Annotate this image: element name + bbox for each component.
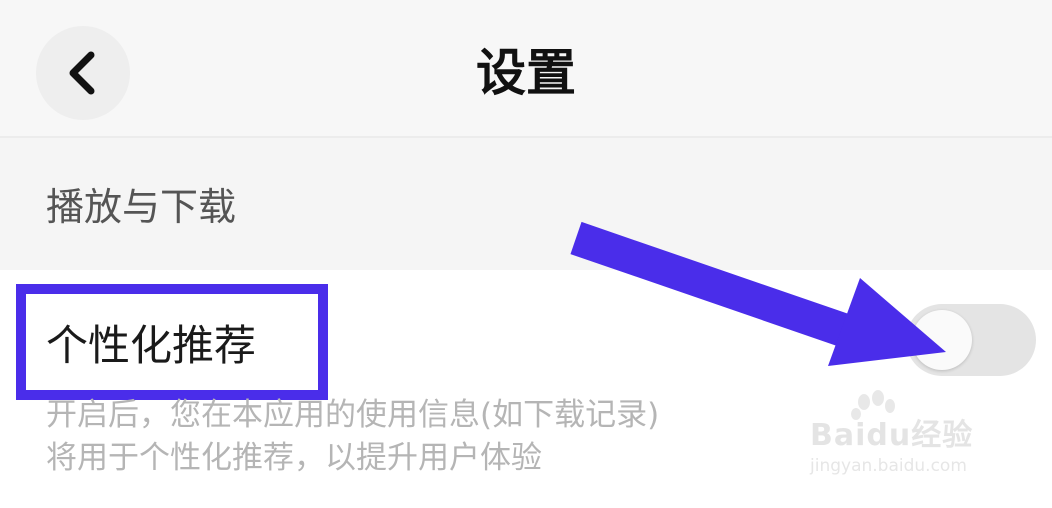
- baidu-watermark: Baidu经验 jingyan.baidu.com: [806, 390, 1006, 486]
- section-title: 播放与下载: [46, 185, 237, 229]
- setting-description-line-2: 将用于个性化推荐，以提升用户体验: [46, 440, 542, 476]
- page-title: 设置: [476, 44, 576, 102]
- watermark-brand: Baidu经验: [810, 418, 974, 453]
- settings-screen: 设置 播放与下载 个性化推荐 开启后，您在本应用的使用信息(如下载记录) 将用于…: [0, 0, 1052, 508]
- setting-label: 个性化推荐: [46, 321, 257, 370]
- toggle-knob: [912, 310, 972, 370]
- watermark-url: jingyan.baidu.com: [810, 456, 967, 476]
- section-header: 播放与下载: [0, 138, 1052, 270]
- setting-description-line-1: 开启后，您在本应用的使用信息(如下载记录): [46, 397, 660, 433]
- setting-description: 开启后，您在本应用的使用信息(如下载记录) 将用于个性化推荐，以提升用户体验: [46, 394, 826, 480]
- personalized-recommendation-toggle[interactable]: [906, 304, 1036, 376]
- top-bar: 设置: [0, 0, 1052, 138]
